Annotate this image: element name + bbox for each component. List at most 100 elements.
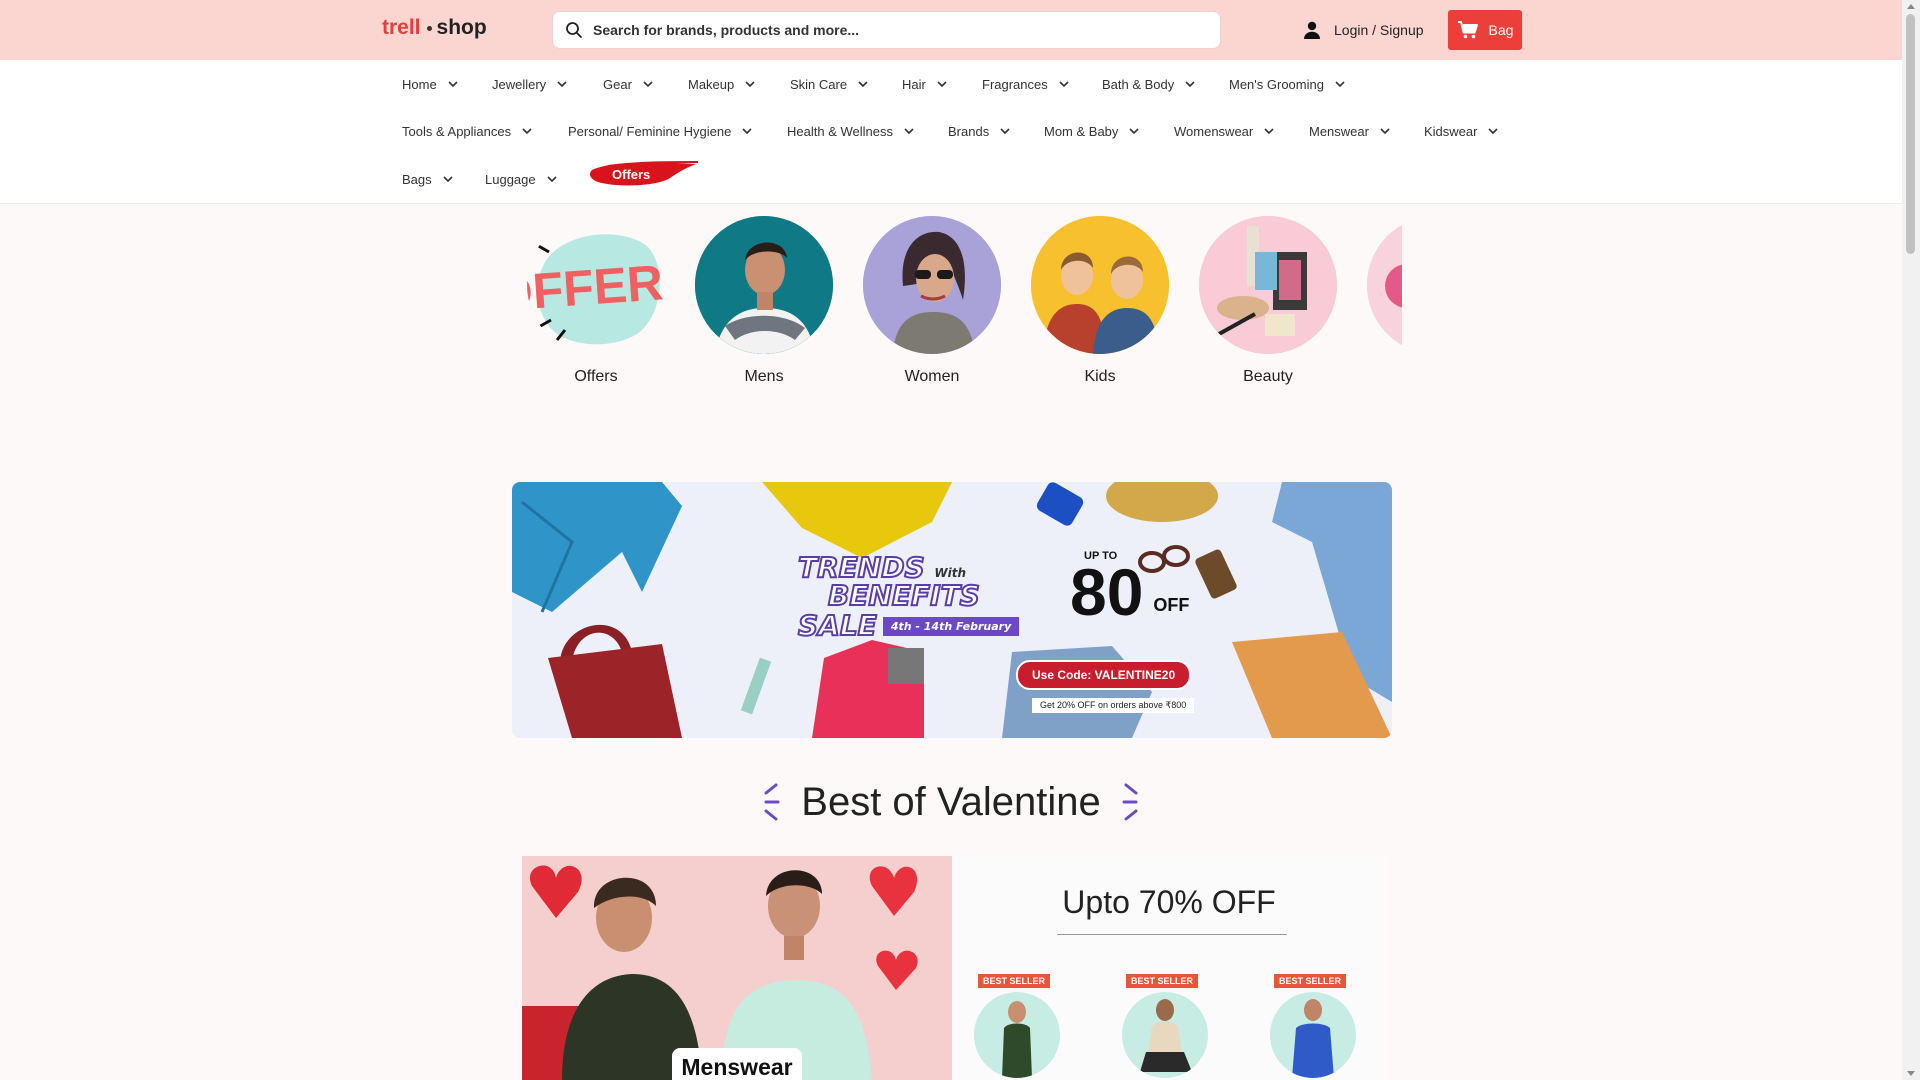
nav-label: Health & Wellness	[787, 124, 893, 139]
best-seller-badge: BEST SELLER	[1126, 974, 1199, 988]
nav-label: Kidswear	[1424, 124, 1478, 139]
bag-button[interactable]: Bag	[1448, 10, 1522, 50]
nav-label: Personal/ Feminine Hygiene	[568, 124, 732, 139]
logo-shop: shop	[436, 16, 487, 39]
chevron-down-icon	[745, 81, 755, 88]
f-category-image	[1367, 216, 1402, 354]
banner-headline: TRENDS With BENEFITS SALE 4th - 14th Feb…	[797, 553, 1020, 642]
discount-heading: Upto 70% OFF	[1062, 884, 1276, 920]
nav-item-luggage[interactable]: Luggage	[485, 172, 557, 187]
best-seller-badge: BEST SELLER	[978, 974, 1051, 988]
category-f[interactable]: F	[1366, 212, 1402, 386]
banner-line2: BENEFITS	[827, 579, 981, 612]
nav-label: Menswear	[1309, 124, 1369, 139]
nav-item-tools-appliances[interactable]: Tools & Appliances	[402, 124, 532, 139]
category-label: F	[1366, 368, 1402, 386]
nav-label: Makeup	[688, 77, 735, 92]
search-input[interactable]	[593, 22, 1153, 38]
product-thumbnail	[974, 992, 1060, 1078]
nav-label: Brands	[948, 124, 990, 139]
product-thumbnail	[1122, 992, 1208, 1078]
man-portrait-icon	[695, 216, 833, 354]
nav-item-skin-care[interactable]: Skin Care	[790, 77, 868, 92]
woman-portrait-icon	[863, 216, 1001, 354]
banner-off: OFF	[1153, 595, 1190, 615]
login-label: Login / Signup	[1334, 22, 1424, 38]
chevron-down-icon	[937, 81, 947, 88]
banner-dates: 4th - 14th February	[882, 616, 1020, 636]
nav-item-menswear[interactable]: Menswear	[1309, 124, 1390, 139]
chevron-down-icon	[443, 176, 453, 183]
nav-item-feminine-hygiene[interactable]: Personal/ Feminine Hygiene	[568, 124, 752, 139]
chevron-down-icon	[643, 81, 653, 88]
nav-label: Womenswear	[1174, 124, 1254, 139]
nav-label: Hair	[902, 77, 926, 92]
nav-item-brands[interactable]: Brands	[948, 124, 1010, 139]
scroll-up-arrow-icon[interactable]	[1907, 4, 1915, 9]
nav-label: Bags	[402, 172, 432, 187]
chevron-down-icon	[1000, 128, 1010, 135]
promo-subtext: Get 20% OFF on orders above ₹800	[1032, 698, 1195, 713]
nav-item-fragrances[interactable]: Fragrances	[982, 77, 1069, 92]
offers-image-text: OFFERS	[527, 252, 665, 322]
nav-item-womenswear[interactable]: Womenswear	[1174, 124, 1274, 139]
chevron-down-icon	[904, 128, 914, 135]
nav-item-mom-baby[interactable]: Mom & Baby	[1044, 124, 1139, 139]
kids-portrait-icon	[1031, 216, 1169, 354]
nav-item-mens-grooming[interactable]: Men's Grooming	[1229, 77, 1345, 92]
scroll-down-arrow-icon[interactable]	[1907, 1071, 1915, 1076]
cart-icon	[1457, 21, 1478, 39]
header-bar: trell shop Login / Signup Bag	[0, 0, 1902, 60]
sparkle-right-icon	[1122, 783, 1138, 821]
nav-item-kidswear[interactable]: Kidswear	[1424, 124, 1499, 139]
nav-item-jewellery[interactable]: Jewellery	[492, 77, 567, 92]
banner-percent: 80	[1070, 555, 1144, 629]
chevron-down-icon	[1380, 128, 1390, 135]
offers-nav-label: Offers	[612, 167, 651, 182]
category-nav: Home Jewellery Gear Makeup Skin Care Hai…	[0, 60, 1902, 204]
menswear-label[interactable]: Menswear	[672, 1048, 802, 1080]
menswear-valentine-tile[interactable]	[522, 856, 952, 1080]
sparkle-left-icon	[764, 783, 780, 821]
chevron-down-icon	[522, 128, 532, 135]
search-bar[interactable]	[553, 12, 1220, 48]
nav-label: Gear	[603, 77, 632, 92]
chevron-down-icon	[1335, 81, 1345, 88]
category-label: Kids	[1084, 368, 1116, 385]
nav-item-home[interactable]: Home	[402, 77, 458, 92]
discount-panel[interactable]: Upto 70% OFF BEST SELLER BEST SELLER BES…	[952, 856, 1386, 1080]
nav-label: Tools & Appliances	[402, 124, 512, 139]
category-kids[interactable]: Kids	[1030, 212, 1170, 386]
category-offers[interactable]: OFFERS Offers	[526, 212, 666, 386]
product-thumbnail	[1270, 992, 1356, 1078]
nav-item-offers[interactable]: Offers	[588, 160, 700, 188]
category-label: Mens	[744, 368, 784, 385]
nav-label: Mom & Baby	[1044, 124, 1119, 139]
nav-item-bags[interactable]: Bags	[402, 172, 453, 187]
nav-label: Home	[402, 77, 437, 92]
nav-item-bath-body[interactable]: Bath & Body	[1102, 77, 1195, 92]
category-label: Offers	[574, 368, 618, 385]
beauty-image	[1199, 216, 1337, 354]
banner-with: With	[934, 566, 967, 580]
nav-item-makeup[interactable]: Makeup	[688, 77, 755, 92]
chevron-down-icon	[547, 176, 557, 183]
category-beauty[interactable]: Beauty	[1198, 212, 1338, 386]
nav-item-gear[interactable]: Gear	[603, 77, 653, 92]
page-scrollbar[interactable]	[1902, 0, 1920, 1080]
scrollbar-thumb[interactable]	[1906, 14, 1915, 254]
chevron-down-icon	[1488, 128, 1499, 135]
category-women[interactable]: Women	[862, 212, 1002, 386]
category-label: Beauty	[1243, 368, 1293, 385]
promo-banner[interactable]: TRENDS With BENEFITS SALE 4th - 14th Feb…	[512, 482, 1392, 738]
category-carousel: OFFERS Offers Mens Women Kids Beauty	[518, 212, 1402, 392]
nav-label: Luggage	[485, 172, 536, 187]
mens-image	[695, 216, 833, 354]
login-signup-link[interactable]: Login / Signup	[1302, 20, 1424, 40]
best-seller-badge: BEST SELLER	[1274, 974, 1347, 988]
banner-line3: SALE	[797, 609, 878, 642]
category-mens[interactable]: Mens	[694, 212, 834, 386]
site-logo[interactable]: trell shop	[382, 16, 487, 40]
nav-item-health-wellness[interactable]: Health & Wellness	[787, 124, 914, 139]
nav-item-hair[interactable]: Hair	[902, 77, 947, 92]
